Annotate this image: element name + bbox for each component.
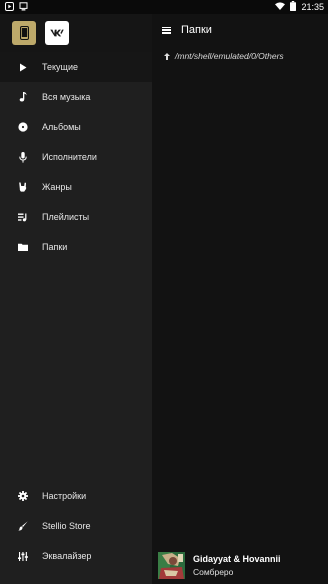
nav-item-equalizer[interactable]: Эквалайзер [0,541,152,571]
microphone-icon [18,151,28,163]
nav-item-albums[interactable]: Альбомы [0,112,152,142]
music-note-icon [18,92,28,102]
folder-path-row[interactable]: /mnt/shell/emulated/0/Others [152,49,328,63]
brush-icon [18,521,28,531]
wifi-icon [275,2,286,12]
nav-item-label: Папки [42,242,68,252]
page-title: Папки [181,24,212,36]
vk-source-button[interactable] [45,21,69,45]
album-icon [18,122,28,132]
phone-source-button[interactable] [12,21,36,45]
nav-item-folders[interactable]: Папки [0,232,152,262]
navigation-drawer: Текущие Вся музыка Альбомы Исполнители Ж… [0,14,152,584]
play-notification-icon [5,1,14,13]
track-subtitle: Сомбреро [193,566,234,577]
track-title: Gidayyat & Hovannii [193,553,281,564]
status-bar: 21:35 [0,0,328,14]
phone-icon [19,26,29,40]
mini-player[interactable]: Gidayyat & Hovannii Сомбреро [152,546,328,584]
equalizer-icon [18,551,28,561]
nav-item-settings[interactable]: Настройки [0,481,152,511]
nav-item-label: Текущие [42,62,78,72]
folder-path: /mnt/shell/emulated/0/Others [175,51,284,61]
album-cover [158,551,185,579]
arrow-up-icon [164,52,170,60]
nav-item-label: Исполнители [42,152,97,162]
playlist-icon [18,212,28,222]
nav-item-genres[interactable]: Жанры [0,172,152,202]
vk-icon [50,29,64,37]
nav-item-playlists[interactable]: Плейлисты [0,202,152,232]
nav-item-label: Альбомы [42,122,81,132]
menu-icon[interactable] [162,26,171,34]
nav-item-stellio-store[interactable]: Stellio Store [0,511,152,541]
nav-item-current[interactable]: Текущие [0,52,152,82]
screenshot-notification-icon [19,1,28,13]
nav-item-label: Вся музыка [42,92,91,102]
folder-icon [18,242,28,252]
nav-item-label: Эквалайзер [42,551,92,561]
app-bar: Папки [152,14,328,46]
nav-item-all-music[interactable]: Вся музыка [0,82,152,112]
battery-icon [290,1,297,13]
nav-item-artists[interactable]: Исполнители [0,142,152,172]
main-panel: Папки /mnt/shell/emulated/0/Others [152,14,328,584]
nav-item-label: Stellio Store [42,521,91,531]
nav-item-label: Жанры [42,182,72,192]
nav-item-label: Плейлисты [42,212,90,222]
source-selector [0,14,152,52]
hand-icon [18,182,28,192]
play-icon [18,62,28,72]
settings-icon [18,491,28,501]
clock: 21:35 [301,2,324,12]
nav-item-label: Настройки [42,491,87,501]
